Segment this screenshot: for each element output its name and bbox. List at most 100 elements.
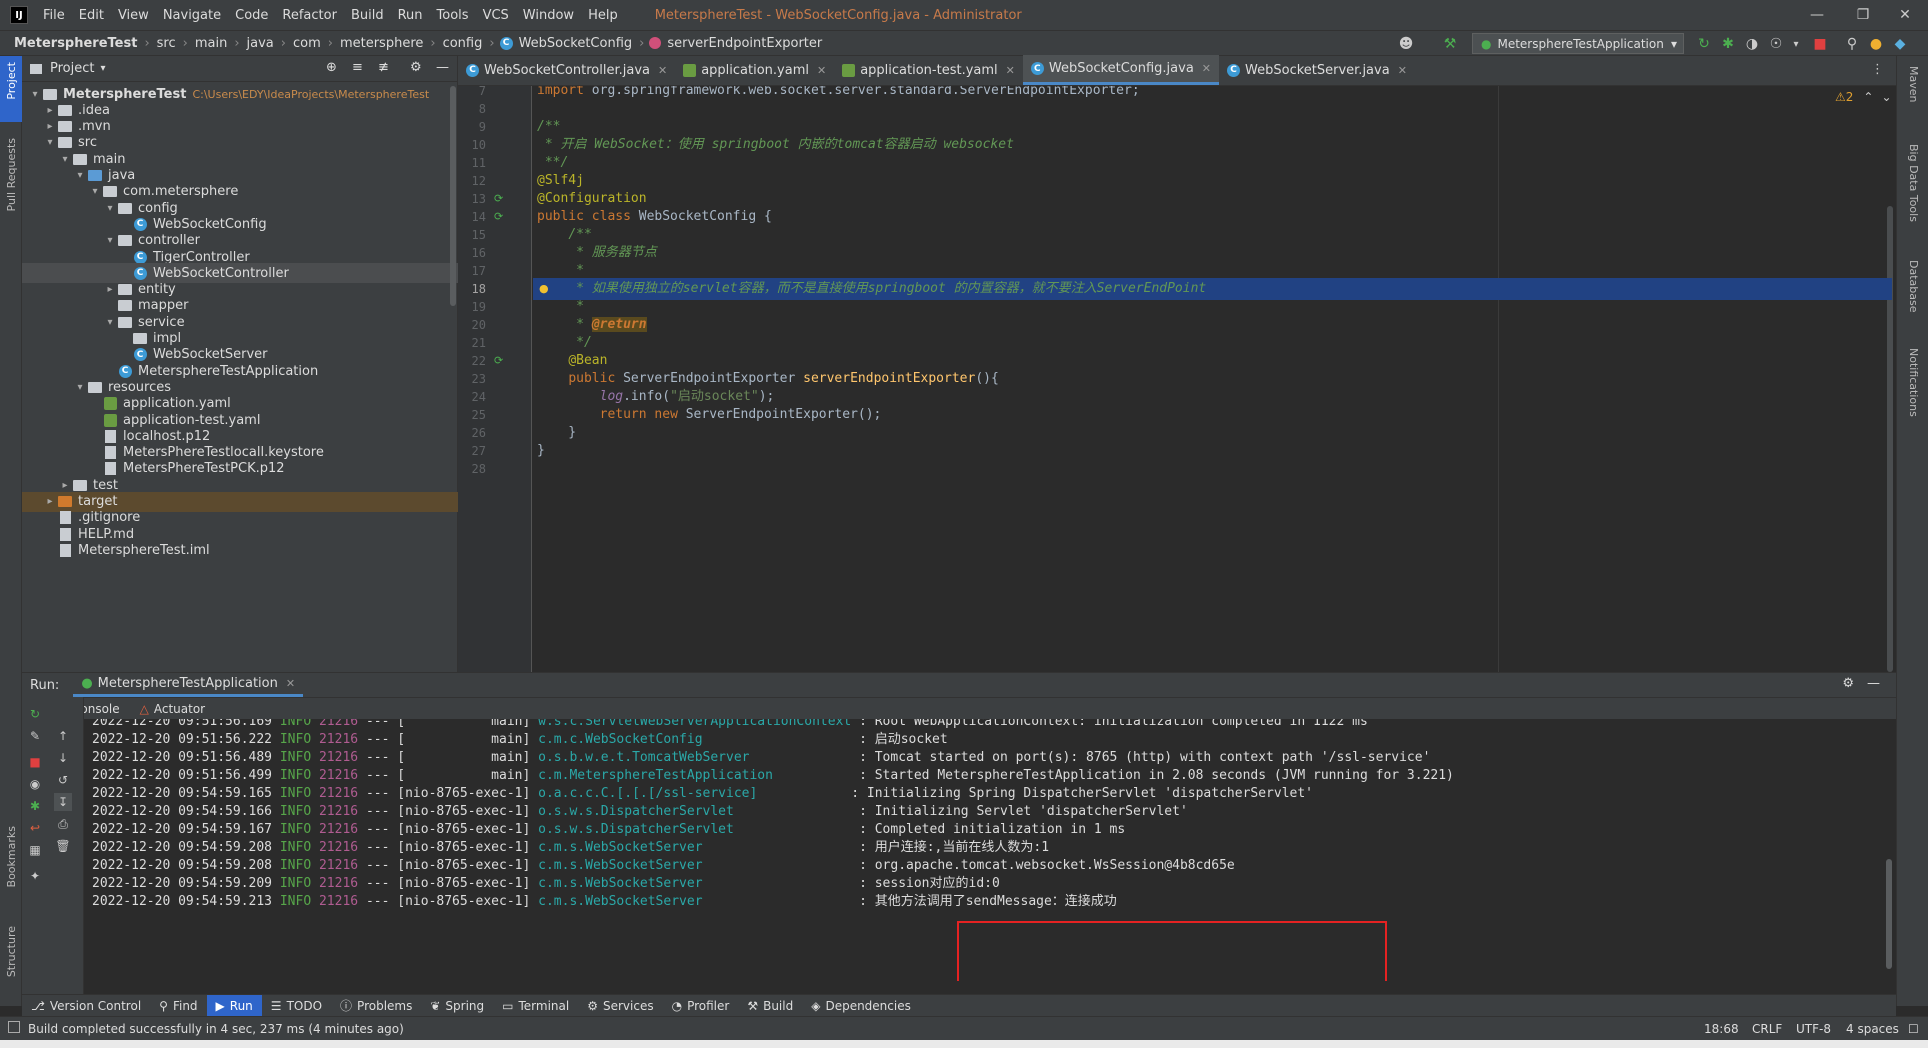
gear-icon[interactable]: ⚙ <box>410 60 422 75</box>
editor-tab[interactable]: C WebSocketServer.java ✕ <box>1219 55 1415 85</box>
tool-window-button[interactable]: ▶ Run <box>206 994 262 1017</box>
menu-tools[interactable]: Tools <box>430 8 476 23</box>
line-number[interactable]: 18 <box>458 282 486 296</box>
pull-requests-strip-label[interactable]: Pull Requests <box>5 138 18 211</box>
hide-panel-icon[interactable]: — <box>436 60 449 75</box>
breadcrumb-item[interactable]: serverEndpointExporter <box>665 36 824 51</box>
expand-arrow-icon[interactable]: ▸ <box>103 284 117 295</box>
scroll-up-icon[interactable]: ↑ <box>54 727 72 745</box>
project-scrollbar[interactable] <box>450 86 456 306</box>
indent-setting[interactable]: 4 spaces <box>1846 1022 1899 1036</box>
menu-navigate[interactable]: Navigate <box>156 8 228 23</box>
tool-window-button[interactable]: ☰ TODO <box>262 995 331 1017</box>
project-tree-item[interactable]: MetersphereTest.iml <box>22 540 458 560</box>
expand-arrow-icon[interactable]: ▾ <box>103 235 117 246</box>
tool-window-button[interactable]: ⓘ Problems <box>331 995 421 1017</box>
stop-icon[interactable]: ■ <box>1810 34 1830 54</box>
profile-icon[interactable]: ☉ <box>1766 34 1786 54</box>
line-number[interactable]: 16 <box>458 246 486 260</box>
search-everywhere-icon[interactable]: ⚲ <box>1842 34 1862 54</box>
chevron-up-icon[interactable]: ⌃ <box>1863 90 1873 104</box>
spring-bean-icon[interactable]: ⟳ <box>494 192 503 205</box>
gear-icon[interactable]: ⚙ <box>1842 676 1854 691</box>
menu-view[interactable]: View <box>111 8 156 23</box>
line-number[interactable]: 25 <box>458 408 486 422</box>
line-number[interactable]: 17 <box>458 264 486 278</box>
line-number[interactable]: 9 <box>458 120 486 134</box>
line-number[interactable]: 28 <box>458 462 486 476</box>
panel-toggle-icon[interactable] <box>8 1021 20 1033</box>
intellij-logo-icon[interactable]: IJ <box>10 6 28 24</box>
wrench-icon[interactable]: ✎ <box>26 727 44 745</box>
more-tabs-icon[interactable]: ⋮ <box>1871 62 1884 77</box>
chevron-down-icon[interactable]: ▾ <box>100 63 105 74</box>
code-line[interactable]: return new ServerEndpointExporter(); <box>537 404 882 426</box>
line-number[interactable]: 26 <box>458 426 486 440</box>
expand-arrow-icon[interactable]: ▾ <box>43 137 57 148</box>
status-message[interactable]: Build completed successfully in 4 sec, 2… <box>28 1022 404 1036</box>
line-number[interactable]: 12 <box>458 174 486 188</box>
lock-icon[interactable]: ☐ <box>1908 1022 1919 1036</box>
stop-icon[interactable]: ■ <box>26 753 44 771</box>
spring-bean-icon[interactable]: ⟳ <box>494 210 503 223</box>
console-output[interactable]: 2022-12-20 09:54:59.213 INFO 21216 --- [… <box>84 719 1896 981</box>
expand-arrow-icon[interactable]: ▾ <box>73 382 87 393</box>
line-number[interactable]: 8 <box>458 102 486 116</box>
breadcrumb-item[interactable]: config <box>441 36 485 51</box>
caret-position[interactable]: 18:68 <box>1704 1022 1739 1036</box>
expand-arrow-icon[interactable]: ▸ <box>43 121 57 132</box>
tool-window-button[interactable]: ◔ Profiler <box>663 995 739 1017</box>
user-icon[interactable]: ☻ <box>1396 34 1416 54</box>
code-line[interactable]: * 开启 WebSocket：使用 springboot 内嵌的tomcat容器… <box>537 134 1014 156</box>
file-encoding[interactable]: UTF-8 <box>1796 1022 1831 1036</box>
scroll-down-icon[interactable]: ↓ <box>54 749 72 767</box>
expand-arrow-icon[interactable]: ▸ <box>43 496 57 507</box>
trash-icon[interactable]: 🗑 <box>54 837 72 855</box>
close-tab-icon[interactable]: ✕ <box>286 677 295 690</box>
breadcrumb-item[interactable]: MetersphereTest <box>12 36 139 51</box>
camera-icon[interactable]: ◉ <box>26 775 44 793</box>
plugin-icon[interactable]: ◆ <box>1890 34 1910 54</box>
tool-window-button[interactable]: ⚒ Build <box>738 995 802 1017</box>
breadcrumb-item[interactable]: metersphere <box>338 36 425 51</box>
actuator-tab[interactable]: △ Actuator <box>130 702 215 716</box>
lightbulb-icon[interactable]: ● <box>539 282 549 295</box>
line-separator[interactable]: CRLF <box>1752 1022 1782 1036</box>
line-number[interactable]: 27 <box>458 444 486 458</box>
pin-icon[interactable]: ✦ <box>26 867 44 885</box>
maven-strip-label[interactable]: Maven <box>1907 66 1920 102</box>
expand-arrow-icon[interactable]: ▾ <box>103 203 117 214</box>
expand-all-icon[interactable]: ≡ <box>352 60 363 75</box>
tool-window-button[interactable]: ⎇ Version Control <box>22 995 150 1017</box>
tool-window-button[interactable]: ❦ Spring <box>421 995 493 1017</box>
bookmarks-strip-label[interactable]: Bookmarks <box>5 826 18 887</box>
editor-tab[interactable]: C WebSocketConfig.java ✕ <box>1022 55 1220 85</box>
close-tab-icon[interactable]: ✕ <box>1398 64 1407 77</box>
notifications-strip-label[interactable]: Notifications <box>1907 348 1920 417</box>
layout-icon[interactable]: ▦ <box>26 841 44 859</box>
line-number[interactable]: 11 <box>458 156 486 170</box>
editor-tab[interactable]: application-test.yaml ✕ <box>834 55 1023 85</box>
code-line[interactable]: } <box>537 440 545 462</box>
big-data-tools-strip-label[interactable]: Big Data Tools <box>1907 144 1920 222</box>
line-number[interactable]: 24 <box>458 390 486 404</box>
expand-arrow-icon[interactable]: ▾ <box>58 154 72 165</box>
rerun-icon[interactable]: ↻ <box>1694 34 1714 54</box>
editor-scrollbar[interactable] <box>1887 206 1893 672</box>
line-number[interactable]: 13 <box>458 192 486 206</box>
breadcrumb-item[interactable]: src <box>155 36 178 51</box>
line-number[interactable]: 10 <box>458 138 486 152</box>
chevron-down-icon[interactable]: ⌄ <box>1881 90 1891 104</box>
close-tab-icon[interactable]: ✕ <box>1202 62 1211 75</box>
line-number[interactable]: 23 <box>458 372 486 386</box>
menu-file[interactable]: File <box>36 8 72 23</box>
breadcrumb-item[interactable]: main <box>193 36 229 51</box>
line-number[interactable]: 22 <box>458 354 486 368</box>
restore-button[interactable]: ❐ <box>1840 0 1886 30</box>
hide-panel-icon[interactable]: — <box>1867 676 1880 691</box>
breadcrumb-item[interactable]: WebSocketConfig <box>517 36 635 51</box>
expand-arrow-icon[interactable]: ▾ <box>88 186 102 197</box>
breadcrumb-item[interactable]: java <box>245 36 276 51</box>
more-run-options-icon[interactable]: ▾ <box>1786 34 1806 54</box>
database-strip-label[interactable]: Database <box>1907 260 1920 313</box>
